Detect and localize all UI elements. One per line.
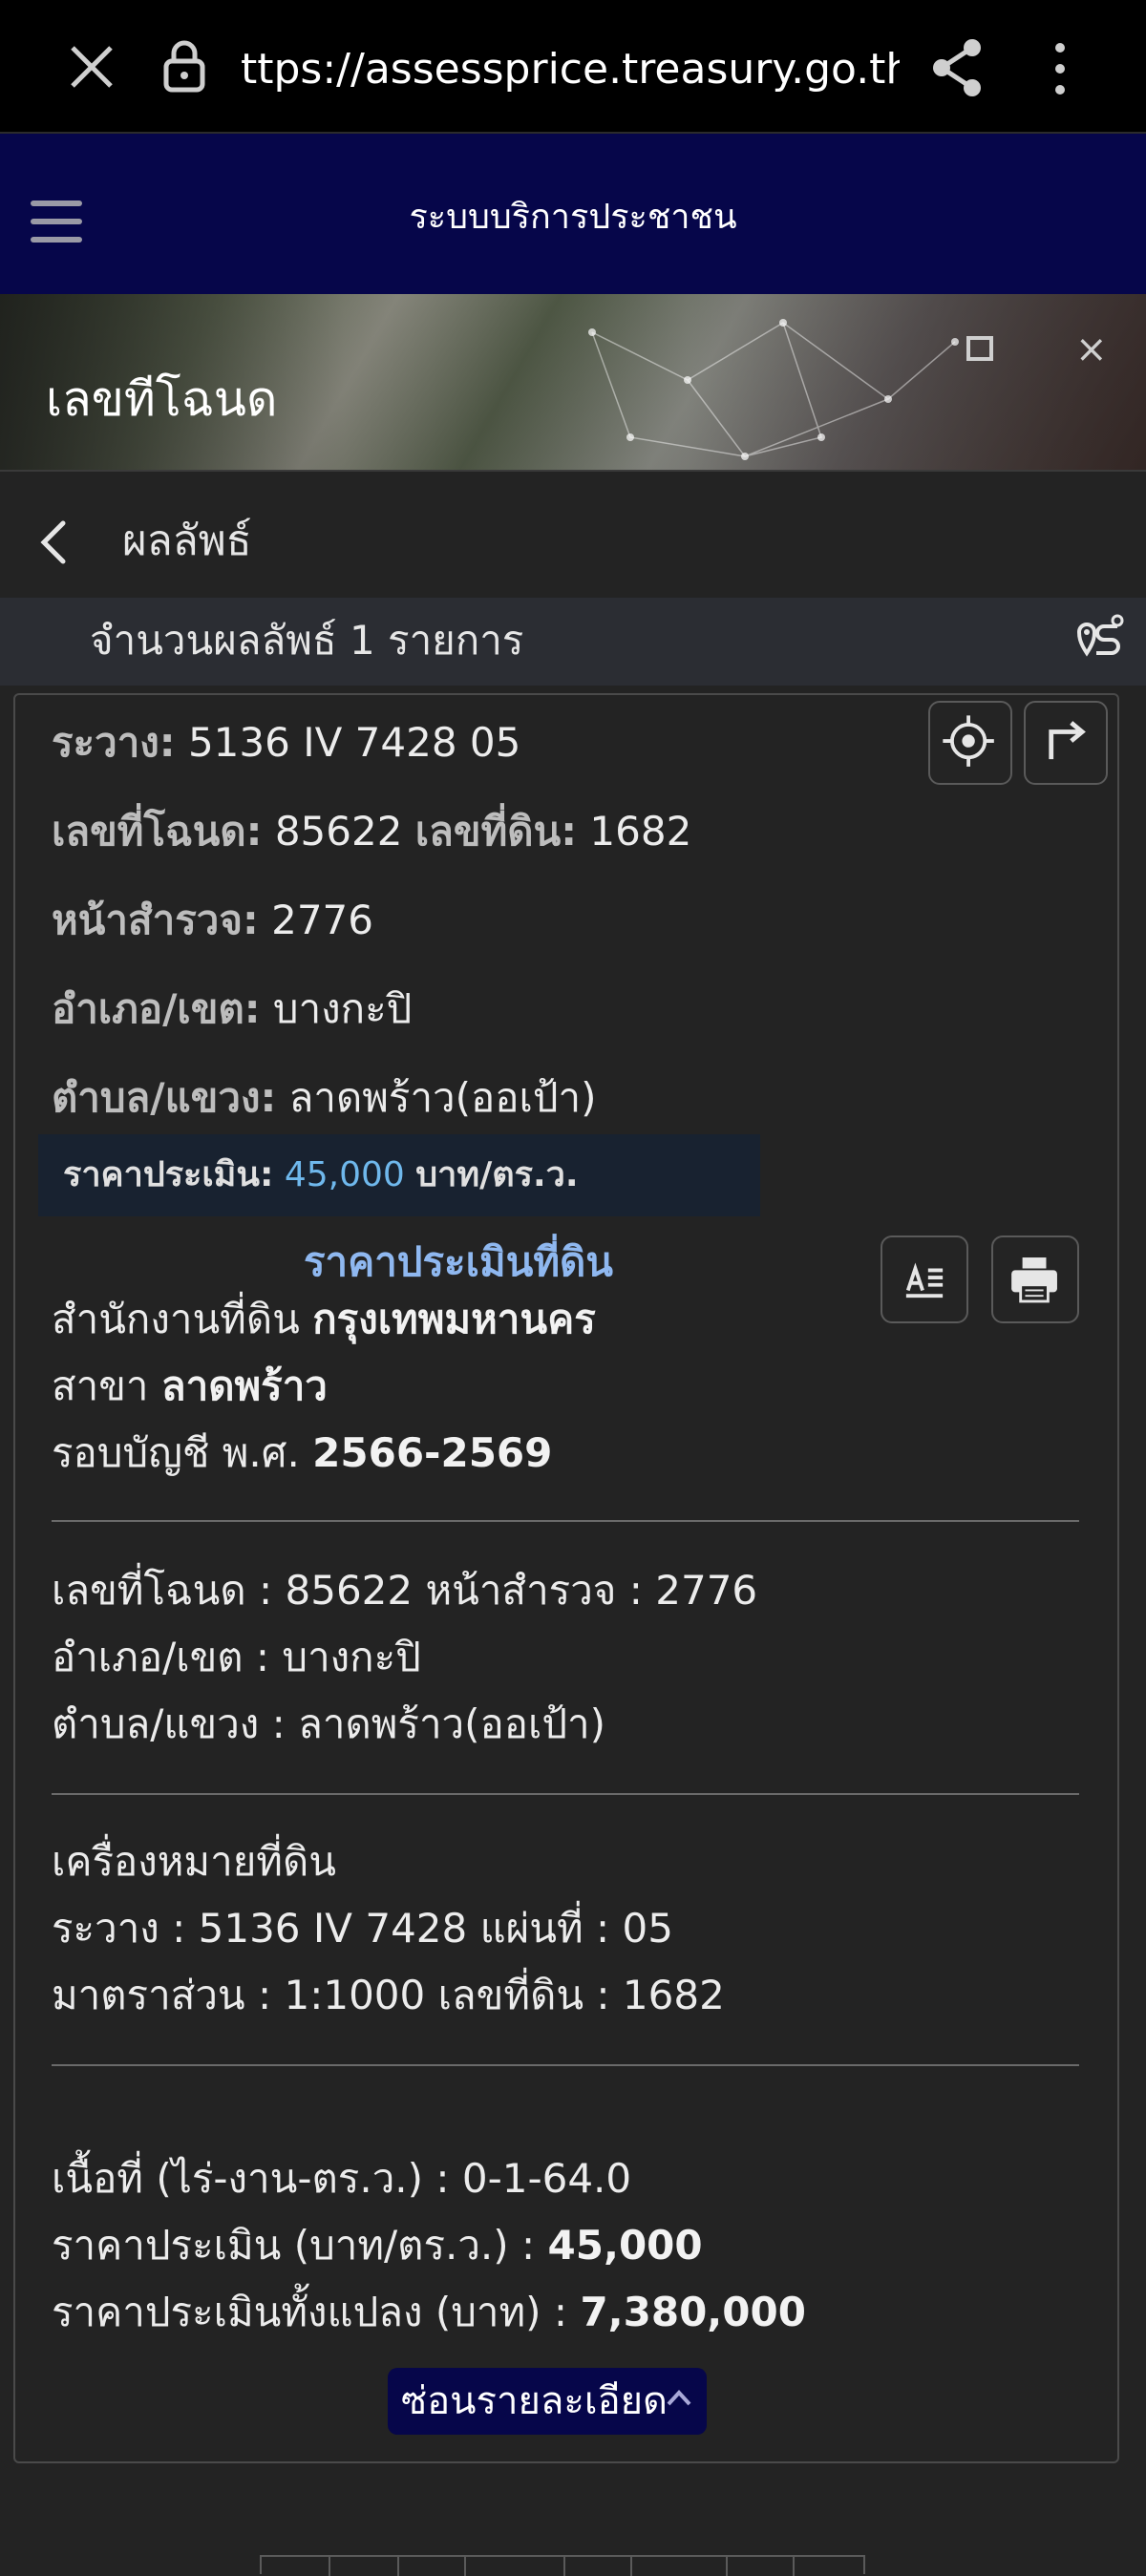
deed-row: เลขที่โฉนด: 85622 เลขที่ดิน: 1682 <box>52 808 692 855</box>
divider <box>52 2064 1079 2066</box>
network-graphic <box>588 319 959 460</box>
scale-line: มาตราส่วน : 1:1000 เลขที่ดิน : 1682 <box>52 1972 725 2018</box>
area-line: เนื้อที่ (ไร่-งาน-ตร.ว.) : 0-1-64.0 <box>52 2155 632 2202</box>
divider <box>52 1520 1079 1522</box>
pagination[interactable] <box>260 2555 865 2576</box>
results-title: ผลลัพธ์ <box>122 517 252 565</box>
directions-button[interactable] <box>1024 701 1108 785</box>
period-row: รอบบัญชี พ.ศ. 2566-2569 <box>52 1429 553 1476</box>
close-icon[interactable] <box>63 38 120 95</box>
rawang-line: ระวาง : 5136 IV 7428 แผ่นที่ : 05 <box>52 1905 673 1952</box>
printer-icon <box>1011 1257 1057 1303</box>
report-button[interactable] <box>881 1235 968 1323</box>
unit-price-line: ราคาประเมิน (บาท/ตร.ว.) : 45,000 <box>52 2222 703 2269</box>
browser-toolbar-content: ttps://assessprice.treasury.go.th/ <box>0 0 1146 134</box>
price-summary-bar: ราคาประเมิน: 45,000 บาท/ตร.ว. <box>38 1134 760 1216</box>
land-office-row: สำนักงานที่ดิน กรุงเทพมหานคร <box>52 1296 596 1342</box>
total-price-line: ราคาประเมินทั้งแปลง (บาท) : 7,380,000 <box>52 2289 806 2335</box>
back-chevron-icon[interactable] <box>34 516 73 569</box>
land-marker-title: เครื่องหมายที่ดิน <box>52 1838 336 1885</box>
lock-icon[interactable] <box>160 38 208 95</box>
section-title: ราคาประเมินที่ดิน <box>303 1238 614 1285</box>
url-bar[interactable]: ttps://assessprice.treasury.go.th/ <box>241 36 900 103</box>
detail-subdistrict-line: ตำบล/แขวง : ลาดพร้าว(ออเป้า) <box>52 1700 605 1747</box>
detail-deed-line: เลขที่โฉนด : 85622 หน้าสำรวจ : 2776 <box>52 1567 758 1614</box>
subdistrict-row: ตำบล/แขวง: ลาดพร้าว(ออเป้า) <box>52 1074 597 1121</box>
crosshair-icon <box>943 715 994 767</box>
app-title: ระบบบริการประชาชน <box>409 198 737 237</box>
district-row: อำเภอ/เขต: บางกะปิ <box>52 985 413 1032</box>
locate-button[interactable] <box>928 701 1012 785</box>
maximize-icon[interactable] <box>966 336 993 361</box>
detail-district-line: อำเภอ/เขต : บางกะปิ <box>52 1634 421 1680</box>
hide-details-button[interactable]: ซ่อนรายละเอียด <box>388 2368 707 2435</box>
price-value: 45,000 <box>284 1155 405 1194</box>
more-vert-icon[interactable] <box>1041 38 1079 99</box>
hamburger-menu-icon[interactable] <box>31 201 82 246</box>
turn-right-arrow-icon <box>1049 721 1086 760</box>
divider <box>52 1793 1079 1795</box>
close-panel-icon[interactable]: × <box>1075 330 1108 369</box>
branch-row: สาขา ลาดพร้าว <box>52 1362 328 1409</box>
divider <box>0 470 1146 472</box>
document-text-icon <box>905 1262 944 1299</box>
route-pin-icon[interactable] <box>1075 611 1125 659</box>
result-count: จำนวนผลลัพธ์ 1 รายการ <box>90 617 524 664</box>
share-icon[interactable] <box>928 36 986 99</box>
rawang-row: ระวาง: 5136 IV 7428 05 <box>52 719 521 766</box>
page-title: เลขทีโฉนด <box>46 371 278 427</box>
print-button[interactable] <box>991 1235 1079 1323</box>
survey-row: หน้าสำรวจ: 2776 <box>52 897 373 943</box>
chevron-up-icon <box>667 2390 691 2406</box>
